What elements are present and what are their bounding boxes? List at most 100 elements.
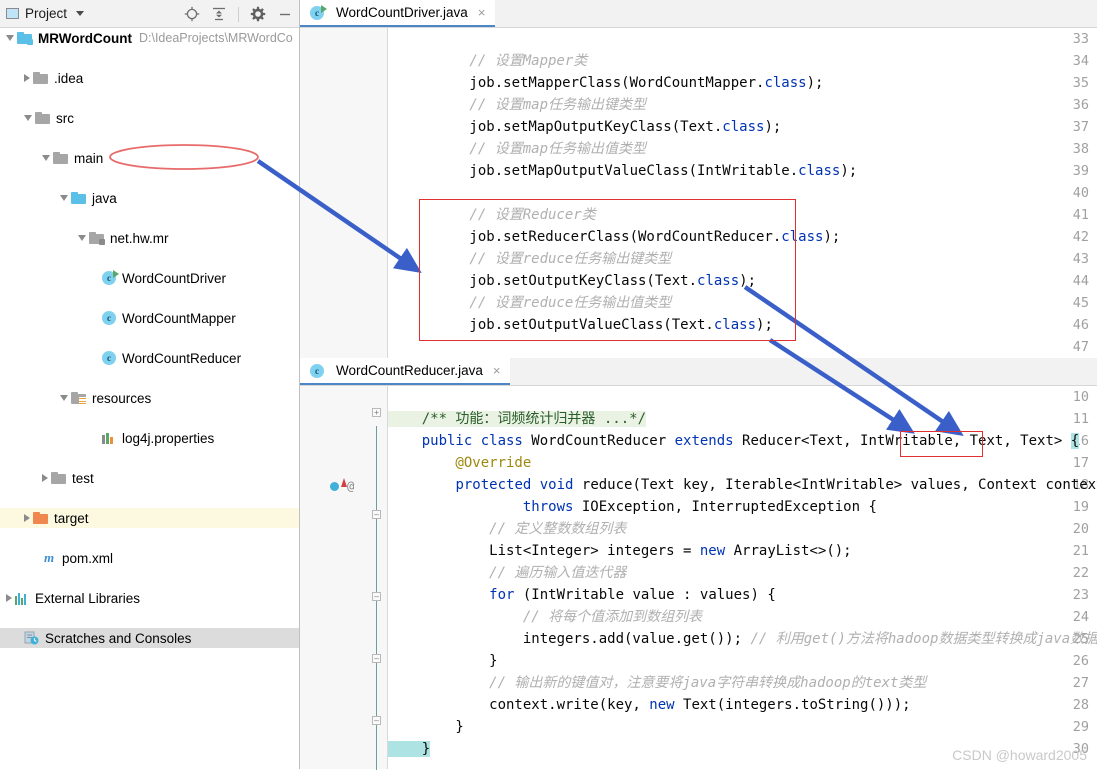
code-line[interactable]: // 设置Mapper类	[402, 54, 587, 68]
tab-wordcountreducer-java[interactable]: c WordCountReducer.java ×	[300, 358, 511, 385]
chevron-closed-icon[interactable]	[24, 514, 30, 522]
tab-wordcountdriver-java[interactable]: c WordCountDriver.java ×	[300, 0, 496, 27]
tree-item-label: java	[92, 190, 117, 206]
code-line[interactable]: // 输出新的键值对，注意要将java字符串转换成hadoop的text类型	[388, 676, 926, 690]
code-line[interactable]: integers.add(value.get()); // 利用get()方法将…	[388, 632, 1097, 646]
tree-item-idea[interactable]: .idea	[0, 68, 299, 88]
code-token: new	[699, 543, 726, 559]
code-token: ArrayList<>();	[725, 543, 852, 559]
tree-item-wordcountdriver[interactable]: c WordCountDriver	[0, 268, 299, 288]
properties-file-icon	[102, 431, 116, 445]
editor-bottom-fold-gutter	[360, 386, 388, 769]
chevron-open-icon[interactable]	[24, 115, 32, 121]
chevron-open-icon[interactable]	[60, 395, 68, 401]
tree-item-mrwordcount[interactable]: MRWordCount D:\IdeaProjects\MRWordCo	[0, 28, 299, 48]
tree-item-label: WordCountMapper	[122, 310, 236, 326]
code-token: );	[806, 75, 824, 91]
tree-item-label: resources	[92, 390, 152, 406]
chevron-down-icon[interactable]	[76, 11, 85, 16]
code-line[interactable]: throws IOException, InterruptedException…	[388, 500, 877, 514]
code-line[interactable]: @Override	[388, 456, 531, 470]
fold-expand-icon[interactable]: +	[372, 408, 381, 417]
tree-item-wordcountmapper[interactable]: c WordCountMapper	[0, 308, 299, 328]
tree-item-external-libraries[interactable]: External Libraries	[0, 588, 299, 608]
code-line[interactable]: /** 功能：词频统计归并器 ...*/	[388, 411, 647, 427]
locate-icon[interactable]	[184, 6, 200, 22]
code-line[interactable]: job.setMapperClass(WordCountMapper.class…	[402, 76, 823, 90]
fold-collapse-icon[interactable]: –	[372, 654, 381, 663]
tree-item-package-net-hw-mr[interactable]: net.hw.mr	[0, 228, 299, 248]
chevron-open-icon[interactable]	[6, 35, 14, 41]
code-line[interactable]: // 定义整数数组列表	[388, 522, 626, 536]
code-token: (IntWritable value : values) {	[514, 587, 776, 603]
tree-item-java[interactable]: java	[0, 188, 299, 208]
code-token: integers.add(value.get());	[388, 631, 751, 647]
tree-item-resources[interactable]: resources	[0, 388, 299, 408]
breakpoint-icon[interactable]	[330, 482, 339, 491]
java-class-icon: c	[102, 311, 116, 325]
collapse-all-icon[interactable]	[211, 6, 227, 22]
editor-bottom-code[interactable]: /** 功能：词频统计归并器 ...*/ public class WordCo…	[388, 386, 1097, 769]
code-token: reduce	[581, 477, 633, 493]
tree-item-scratches-and-consoles[interactable]: Scratches and Consoles	[0, 628, 299, 648]
tab-label: WordCountReducer.java	[336, 363, 483, 378]
code-line[interactable]: context.write(key, new Text(integers.toS…	[388, 697, 910, 713]
code-token: class	[764, 75, 807, 91]
tree-item-test[interactable]: test	[0, 468, 299, 488]
code-token: job.setMapOutputValueClass(IntWritable.	[402, 163, 799, 179]
code-line[interactable]: job.setMapOutputValueClass(IntWritable.c…	[402, 164, 857, 178]
code-line[interactable]: // 遍历输入值迭代器	[388, 566, 626, 580]
tree-item-pom-xml[interactable]: m pom.xml	[0, 548, 299, 568]
code-line[interactable]: job.setMapOutputKeyClass(Text.class);	[402, 120, 781, 134]
code-line[interactable]: }	[388, 741, 431, 757]
project-tool-window-button[interactable]: Project	[6, 6, 85, 21]
fold-collapse-icon[interactable]: –	[372, 716, 381, 725]
code-line[interactable]: // 将每个值添加到数组列表	[388, 610, 702, 624]
tree-item-src[interactable]: src	[0, 108, 299, 128]
editor-top-line-gutter	[300, 28, 361, 358]
code-line[interactable]: }	[388, 654, 497, 668]
editor-top-tabbar[interactable]: c WordCountDriver.java ×	[300, 0, 1097, 28]
project-tree[interactable]: MRWordCount D:\IdeaProjects\MRWordCo .id…	[0, 28, 299, 769]
settings-gear-icon[interactable]	[250, 6, 266, 22]
chevron-closed-icon[interactable]	[24, 74, 30, 82]
fold-collapse-icon[interactable]: –	[372, 510, 381, 519]
chevron-closed-icon[interactable]	[42, 474, 48, 482]
code-token: new	[649, 697, 675, 713]
fold-collapse-icon[interactable]: –	[372, 592, 381, 601]
code-line[interactable]: protected void reduce(Text key, Iterable…	[388, 478, 1097, 492]
java-class-runnable-icon: c	[102, 270, 119, 285]
code-line[interactable]: // 设置map任务输出键类型	[402, 98, 646, 112]
folder-icon	[51, 471, 66, 484]
code-token: for	[489, 587, 515, 603]
code-token: // 遍历输入值迭代器	[388, 565, 627, 581]
close-icon[interactable]: ×	[478, 5, 486, 20]
editor-bottom-tabbar[interactable]: c WordCountReducer.java ×	[300, 358, 1097, 386]
tree-item-target[interactable]: target	[0, 508, 299, 528]
code-token: WordCountReducer	[522, 433, 675, 449]
minimize-icon[interactable]	[277, 6, 293, 22]
folder-icon	[53, 151, 68, 164]
code-token: );	[823, 229, 841, 245]
tree-item-label: pom.xml	[62, 550, 114, 566]
code-line[interactable]: // 设置map任务输出值类型	[402, 142, 646, 156]
code-line[interactable]: for (IntWritable value : values) {	[388, 588, 776, 602]
tree-item-log4j-properties[interactable]: log4j.properties	[0, 428, 299, 448]
chevron-closed-icon[interactable]	[6, 594, 12, 602]
folder-icon	[35, 111, 50, 124]
chevron-open-icon[interactable]	[42, 155, 50, 161]
code-line[interactable]: List<Integer> integers = new ArrayList<>…	[388, 543, 852, 559]
ide-window: Project MRWordCount D:\IdeaProjects\MRWo…	[0, 0, 1097, 770]
code-token: @Override	[388, 455, 532, 471]
tree-item-main[interactable]: main	[0, 148, 299, 168]
code-token: job.setMapOutputKeyClass(Text.	[402, 119, 723, 135]
code-token: throws	[522, 499, 574, 515]
tree-item-label: net.hw.mr	[110, 230, 169, 246]
chevron-open-icon[interactable]	[78, 235, 86, 241]
close-icon[interactable]: ×	[493, 363, 501, 378]
tree-item-label: log4j.properties	[122, 430, 215, 446]
chevron-open-icon[interactable]	[60, 195, 68, 201]
code-token: // 设置map任务输出值类型	[402, 141, 647, 157]
code-line[interactable]: }	[388, 720, 463, 734]
tree-item-wordcountreducer[interactable]: c WordCountReducer	[0, 348, 299, 368]
